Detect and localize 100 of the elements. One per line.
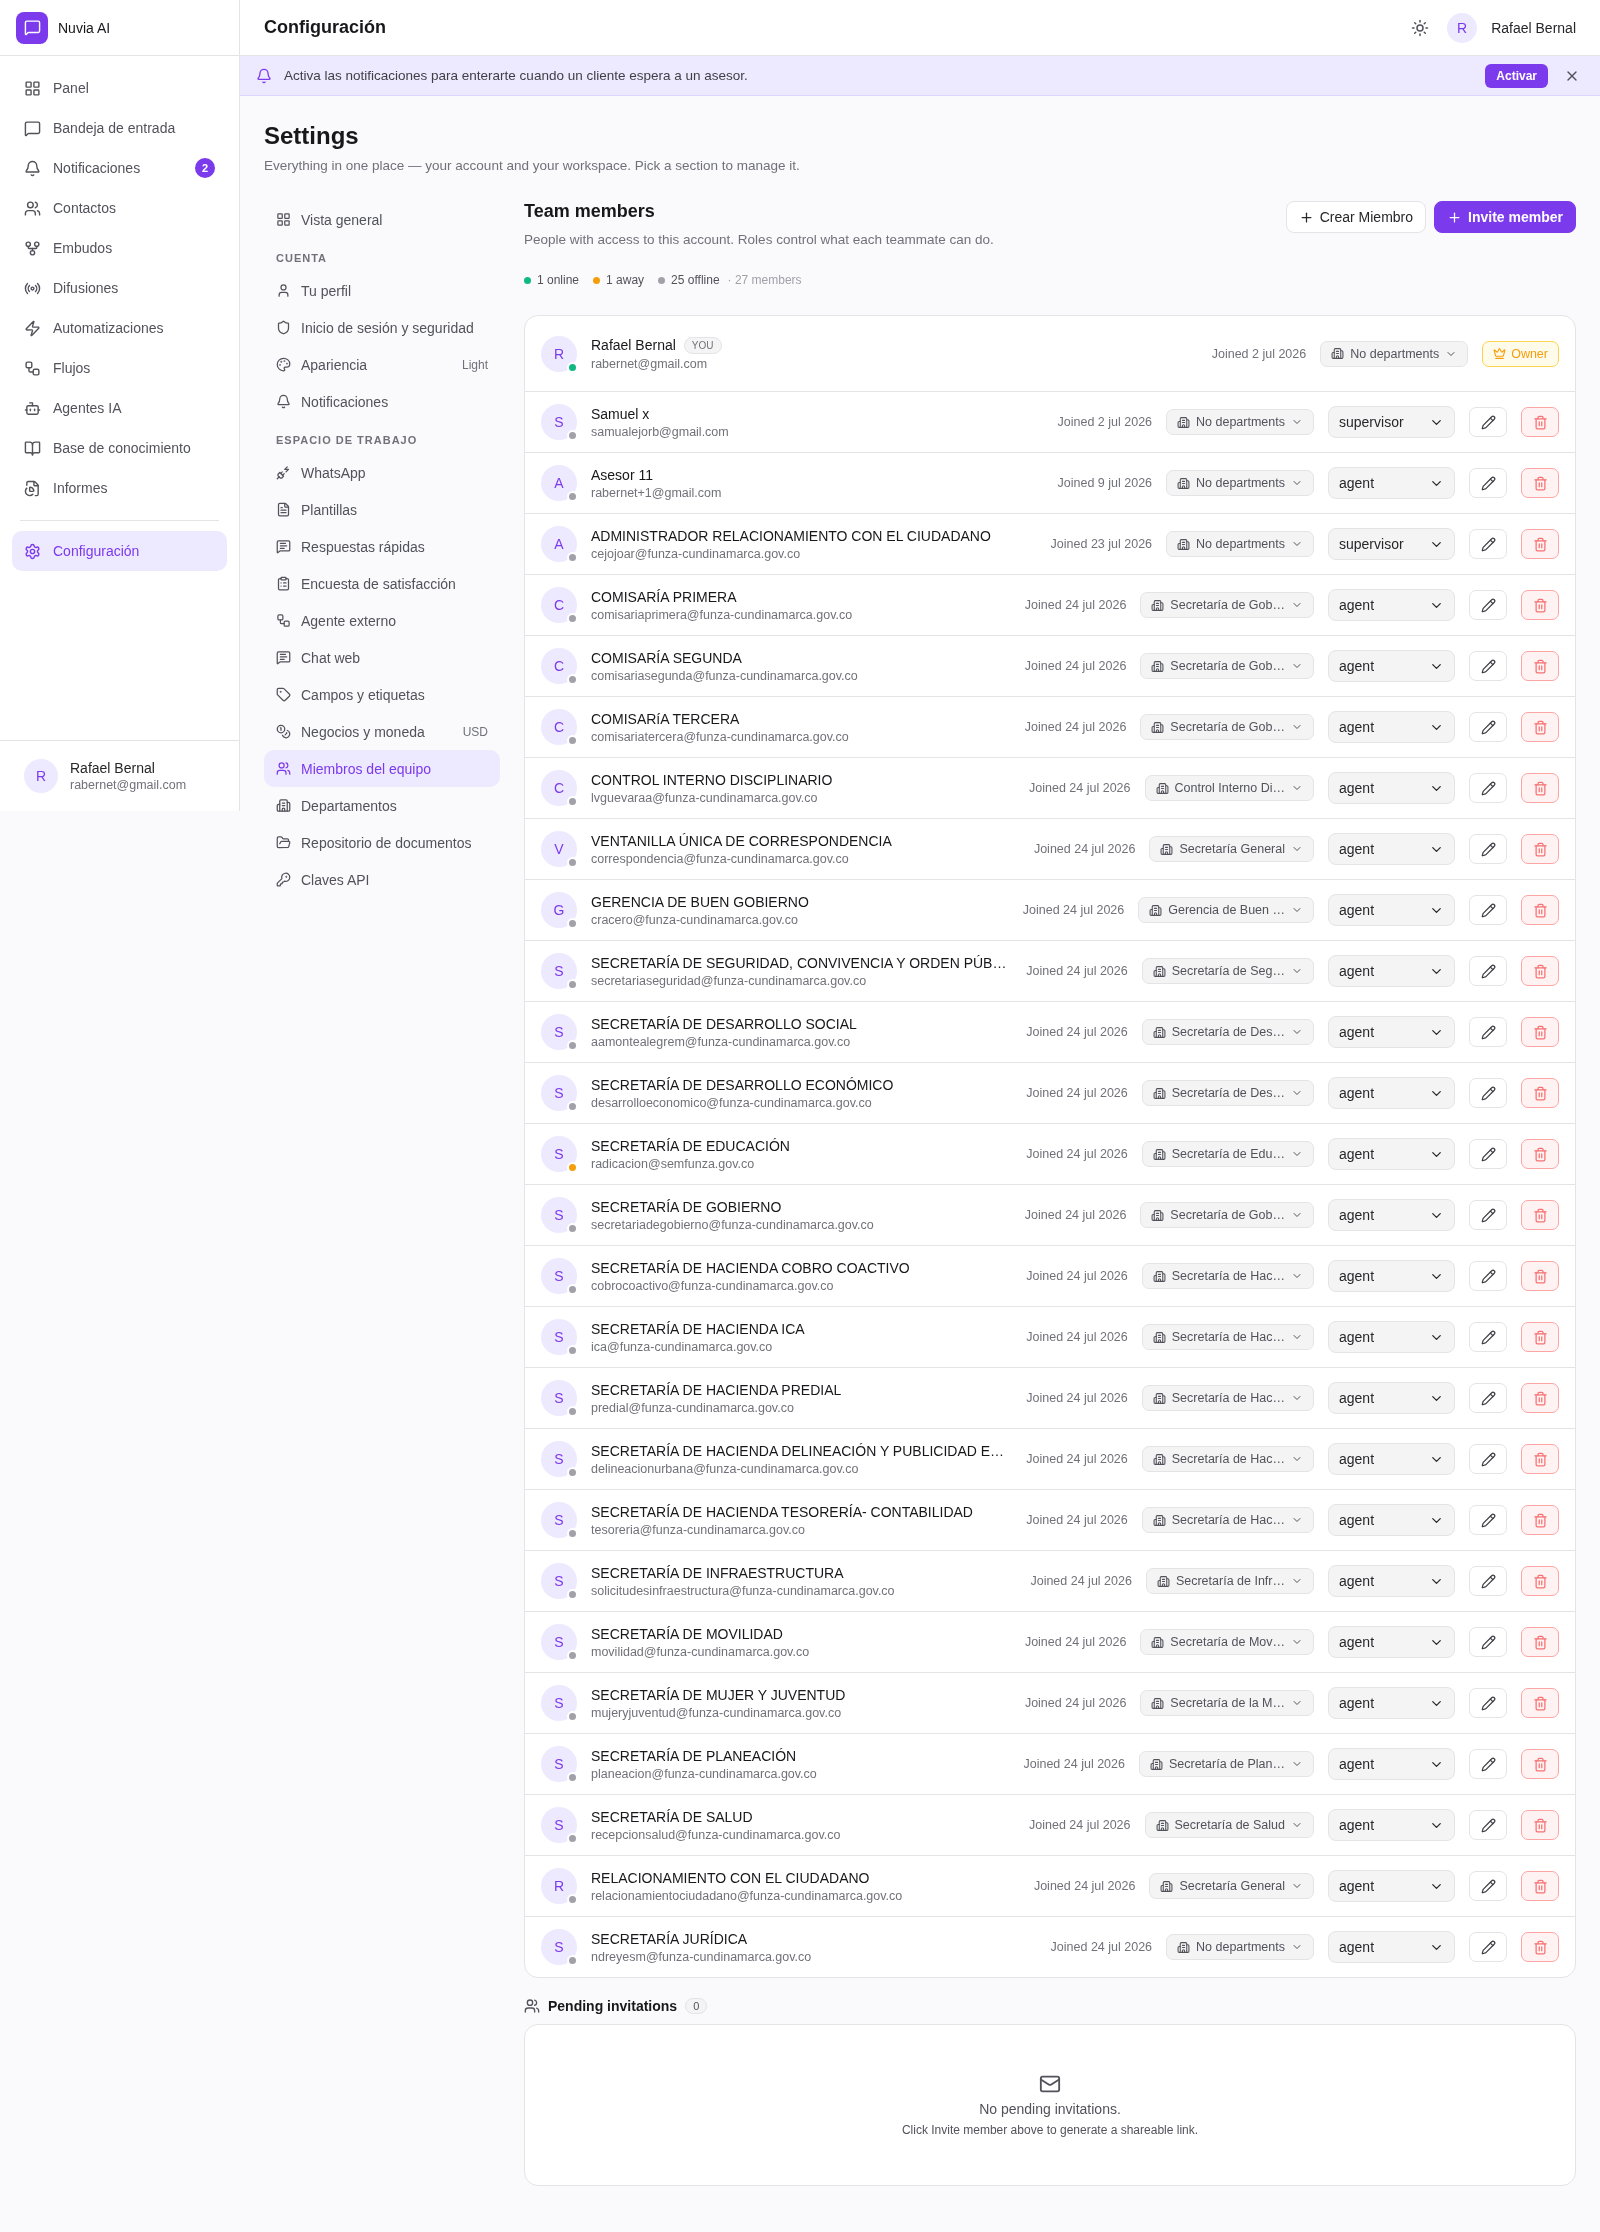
edit-button[interactable] xyxy=(1469,1261,1507,1291)
role-select[interactable]: agent xyxy=(1328,1260,1455,1292)
department-dropdown[interactable]: Secretaría de Gob… xyxy=(1140,714,1314,740)
edit-button[interactable] xyxy=(1469,1078,1507,1108)
edit-button[interactable] xyxy=(1469,1322,1507,1352)
role-select[interactable]: agent xyxy=(1328,1138,1455,1170)
edit-button[interactable] xyxy=(1469,1932,1507,1962)
department-dropdown[interactable]: Secretaría de Infr… xyxy=(1145,1568,1314,1594)
role-select[interactable]: agent xyxy=(1328,1931,1455,1963)
settings-nav-item[interactable]: Apariencia Light xyxy=(264,346,500,383)
settings-nav-item[interactable]: Chat web xyxy=(264,639,500,676)
department-dropdown[interactable]: Secretaría de Hac… xyxy=(1141,1324,1314,1350)
department-dropdown[interactable]: Secretaría de Des… xyxy=(1141,1080,1314,1106)
department-dropdown[interactable]: Secretaría de Edu… xyxy=(1141,1141,1314,1167)
department-dropdown[interactable]: Secretaría General xyxy=(1149,836,1314,862)
edit-button[interactable] xyxy=(1469,1139,1507,1169)
role-select[interactable]: agent xyxy=(1328,894,1455,926)
edit-button[interactable] xyxy=(1469,773,1507,803)
settings-nav-item[interactable]: Departamentos xyxy=(264,787,500,824)
settings-nav-item[interactable]: Inicio de sesión y seguridad xyxy=(264,309,500,346)
department-dropdown[interactable]: Secretaría de Seg… xyxy=(1141,958,1314,984)
edit-button[interactable] xyxy=(1469,1627,1507,1657)
department-dropdown[interactable]: No departments xyxy=(1166,1934,1314,1960)
sidebar-item[interactable]: Contactos xyxy=(12,188,227,228)
sidebar-item[interactable]: Difusiones xyxy=(12,268,227,308)
edit-button[interactable] xyxy=(1469,1688,1507,1718)
role-select[interactable]: agent xyxy=(1328,1077,1455,1109)
role-select[interactable]: agent xyxy=(1328,1321,1455,1353)
settings-nav-item[interactable]: Vista general xyxy=(264,201,500,238)
role-select[interactable]: agent xyxy=(1328,1504,1455,1536)
department-dropdown[interactable]: Secretaría de Mov… xyxy=(1140,1629,1314,1655)
edit-button[interactable] xyxy=(1469,1810,1507,1840)
settings-nav-item[interactable]: Notificaciones xyxy=(264,383,500,420)
settings-nav-item[interactable]: Tu perfil xyxy=(264,272,500,309)
edit-button[interactable] xyxy=(1469,834,1507,864)
role-select[interactable]: agent xyxy=(1328,1565,1455,1597)
edit-button[interactable] xyxy=(1469,529,1507,559)
sidebar-item[interactable]: Notificaciones 2 xyxy=(12,148,227,188)
settings-nav-item[interactable]: Respuestas rápidas xyxy=(264,528,500,565)
settings-nav-item[interactable]: Campos y etiquetas xyxy=(264,676,500,713)
role-select[interactable]: agent xyxy=(1328,650,1455,682)
settings-nav-item[interactable]: Agente externo xyxy=(264,602,500,639)
settings-nav-item[interactable]: Repositorio de documentos xyxy=(264,824,500,861)
settings-nav-item[interactable]: Encuesta de satisfacción xyxy=(264,565,500,602)
edit-button[interactable] xyxy=(1469,1505,1507,1535)
department-dropdown[interactable]: Secretaría de Plan… xyxy=(1138,1751,1314,1777)
role-select[interactable]: supervisor xyxy=(1328,528,1455,560)
sidebar-item[interactable]: Agentes IA xyxy=(12,388,227,428)
sidebar-item[interactable]: Embudos xyxy=(12,228,227,268)
role-select[interactable]: agent xyxy=(1328,955,1455,987)
sidebar-item[interactable]: Configuración xyxy=(12,531,227,571)
sidebar-item[interactable]: Bandeja de entrada xyxy=(12,108,227,148)
sidebar-item[interactable]: Base de conocimiento xyxy=(12,428,227,468)
role-select[interactable]: agent xyxy=(1328,1748,1455,1780)
avatar[interactable]: R xyxy=(1447,12,1478,43)
role-select[interactable]: agent xyxy=(1328,1199,1455,1231)
sidebar-item[interactable]: Panel xyxy=(12,68,227,108)
edit-button[interactable] xyxy=(1469,1566,1507,1596)
role-select[interactable]: agent xyxy=(1328,1382,1455,1414)
settings-nav-item[interactable]: Negocios y moneda USD xyxy=(264,713,500,750)
edit-button[interactable] xyxy=(1469,1383,1507,1413)
role-select[interactable]: agent xyxy=(1328,772,1455,804)
role-select[interactable]: agent xyxy=(1328,467,1455,499)
department-dropdown[interactable]: Control Interno Di… xyxy=(1144,775,1314,801)
sidebar-item[interactable]: Automatizaciones xyxy=(12,308,227,348)
role-select[interactable]: agent xyxy=(1328,589,1455,621)
department-dropdown[interactable]: Secretaría de Hac… xyxy=(1141,1446,1314,1472)
role-select[interactable]: agent xyxy=(1328,1870,1455,1902)
edit-button[interactable] xyxy=(1469,712,1507,742)
edit-button[interactable] xyxy=(1469,1017,1507,1047)
department-dropdown[interactable]: Secretaría de Des… xyxy=(1141,1019,1314,1045)
department-dropdown[interactable]: Secretaría de la M… xyxy=(1140,1690,1314,1716)
department-dropdown[interactable]: Secretaría de Gob… xyxy=(1140,592,1314,618)
department-dropdown[interactable]: Secretaría de Hac… xyxy=(1141,1507,1314,1533)
role-select[interactable]: agent xyxy=(1328,1687,1455,1719)
department-dropdown[interactable]: Secretaría General xyxy=(1149,1873,1314,1899)
settings-nav-item[interactable]: Claves API xyxy=(264,861,500,898)
department-dropdown[interactable]: Secretaría de Salud xyxy=(1144,1812,1314,1838)
invite-button[interactable]: Invite member xyxy=(1434,201,1576,233)
role-select[interactable]: supervisor xyxy=(1328,406,1455,438)
edit-button[interactable] xyxy=(1469,1200,1507,1230)
edit-button[interactable] xyxy=(1469,407,1507,437)
department-dropdown[interactable]: No departments xyxy=(1320,340,1469,367)
settings-nav-item[interactable]: Miembros del equipo xyxy=(264,750,500,787)
department-dropdown[interactable]: No departments xyxy=(1166,531,1314,557)
sidebar-item[interactable]: Flujos xyxy=(12,348,227,388)
create-button[interactable]: Crear Miembro xyxy=(1285,201,1427,233)
settings-nav-item[interactable]: WhatsApp xyxy=(264,454,500,491)
department-dropdown[interactable]: Secretaría de Hac… xyxy=(1141,1385,1314,1411)
edit-button[interactable] xyxy=(1469,895,1507,925)
edit-button[interactable] xyxy=(1469,1871,1507,1901)
edit-button[interactable] xyxy=(1469,1749,1507,1779)
role-select[interactable]: agent xyxy=(1328,711,1455,743)
department-dropdown[interactable]: Secretaría de Gob… xyxy=(1140,653,1314,679)
department-dropdown[interactable]: Gerencia de Buen … xyxy=(1138,897,1314,923)
settings-nav-item[interactable]: Plantillas xyxy=(264,491,500,528)
department-dropdown[interactable]: Secretaría de Gob… xyxy=(1140,1202,1314,1228)
edit-button[interactable] xyxy=(1469,956,1507,986)
role-select[interactable]: agent xyxy=(1328,1016,1455,1048)
edit-button[interactable] xyxy=(1469,590,1507,620)
